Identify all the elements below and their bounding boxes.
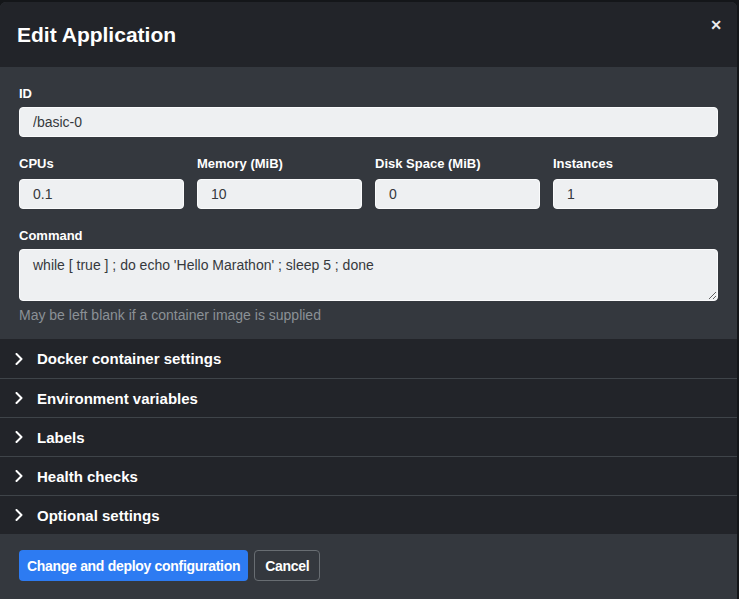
edit-application-modal: Edit Application ✕ ID CPUs Memory (MiB) … bbox=[0, 2, 737, 599]
instances-input[interactable] bbox=[553, 179, 718, 209]
id-field-group: ID bbox=[19, 86, 718, 137]
memory-input[interactable] bbox=[197, 179, 362, 209]
disk-label: Disk Space (MiB) bbox=[375, 156, 540, 171]
chevron-right-icon bbox=[15, 392, 23, 404]
modal-footer: Change and deploy configuration Cancel bbox=[0, 534, 737, 599]
chevron-right-icon bbox=[15, 470, 23, 482]
section-labels[interactable]: Labels bbox=[0, 417, 737, 456]
section-environment-variables[interactable]: Environment variables bbox=[0, 378, 737, 417]
instances-label: Instances bbox=[553, 156, 718, 171]
form-area: ID CPUs Memory (MiB) Disk Space (MiB) In… bbox=[0, 67, 737, 339]
command-textarea[interactable]: while [ true ] ; do echo 'Hello Marathon… bbox=[19, 249, 718, 301]
command-helper-text: May be left blank if a container image i… bbox=[19, 307, 718, 323]
chevron-right-icon bbox=[15, 431, 23, 443]
section-docker-container-settings[interactable]: Docker container settings bbox=[0, 339, 737, 378]
collapsible-sections: Docker container settings Environment va… bbox=[0, 339, 737, 534]
chevron-right-icon bbox=[15, 353, 23, 365]
id-input[interactable] bbox=[19, 107, 718, 137]
command-field-group: Command while [ true ] ; do echo 'Hello … bbox=[19, 228, 718, 323]
modal-title: Edit Application bbox=[17, 23, 176, 47]
section-optional-settings[interactable]: Optional settings bbox=[0, 495, 737, 534]
chevron-right-icon bbox=[15, 509, 23, 521]
disk-input[interactable] bbox=[375, 179, 540, 209]
resource-fields-row: CPUs Memory (MiB) Disk Space (MiB) Insta… bbox=[19, 156, 718, 209]
disk-field-group: Disk Space (MiB) bbox=[375, 156, 540, 209]
section-health-checks[interactable]: Health checks bbox=[0, 456, 737, 495]
section-label: Labels bbox=[37, 429, 85, 446]
modal-header: Edit Application ✕ bbox=[0, 2, 737, 67]
section-label: Health checks bbox=[37, 468, 138, 485]
id-label: ID bbox=[19, 86, 718, 101]
memory-field-group: Memory (MiB) bbox=[197, 156, 362, 209]
cpus-input[interactable] bbox=[19, 179, 184, 209]
command-label: Command bbox=[19, 228, 718, 243]
memory-label: Memory (MiB) bbox=[197, 156, 362, 171]
change-and-deploy-button[interactable]: Change and deploy configuration bbox=[19, 550, 248, 581]
cpus-field-group: CPUs bbox=[19, 156, 184, 209]
section-label: Docker container settings bbox=[37, 350, 221, 367]
cpus-label: CPUs bbox=[19, 156, 184, 171]
close-icon[interactable]: ✕ bbox=[706, 15, 726, 35]
section-label: Environment variables bbox=[37, 390, 198, 407]
section-label: Optional settings bbox=[37, 507, 160, 524]
instances-field-group: Instances bbox=[553, 156, 718, 209]
cancel-button[interactable]: Cancel bbox=[254, 550, 320, 581]
